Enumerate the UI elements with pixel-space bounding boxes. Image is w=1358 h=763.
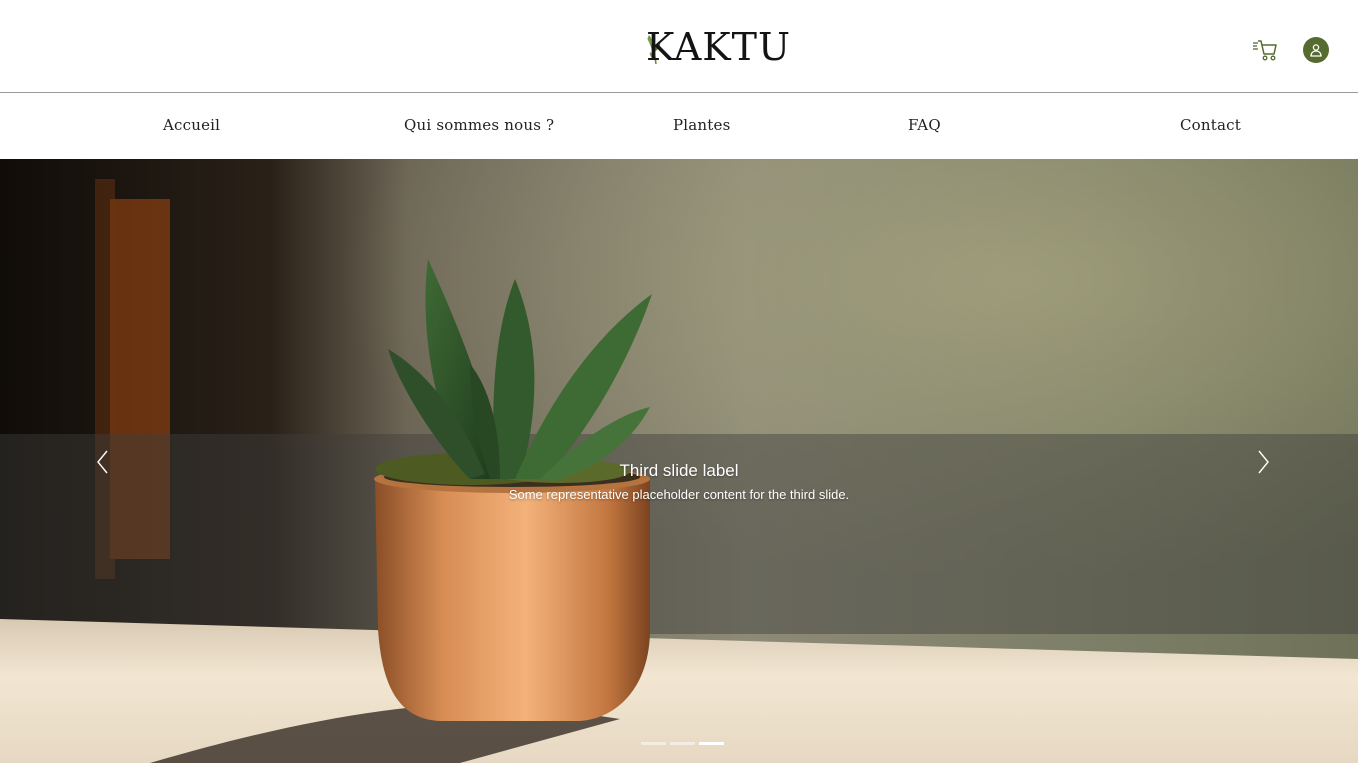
- main-nav: Accueil Qui sommes nous ? Plantes FAQ Co…: [0, 94, 1358, 159]
- chevron-right-icon: [1258, 450, 1269, 474]
- slide-caption: Third slide label Some representative pl…: [0, 460, 1358, 505]
- cart-icon[interactable]: [1251, 36, 1279, 64]
- site-header: KAKTU: [0, 0, 1358, 93]
- carousel-prev-button[interactable]: [91, 447, 115, 477]
- nav-item-qui-sommes-nous[interactable]: Qui sommes nous ?: [404, 116, 554, 134]
- carousel-indicators: [641, 742, 724, 746]
- nav-item-contact[interactable]: Contact: [1180, 116, 1241, 134]
- chevron-left-icon: [97, 450, 108, 474]
- carousel-next-button[interactable]: [1251, 447, 1275, 477]
- account-button[interactable]: [1303, 37, 1329, 63]
- nav-item-plantes[interactable]: Plantes: [673, 116, 731, 134]
- nav-item-faq[interactable]: FAQ: [908, 116, 941, 134]
- hero-carousel: Third slide label Some representative pl…: [0, 159, 1358, 763]
- nav-item-accueil[interactable]: Accueil: [163, 116, 220, 134]
- indicator-slide-1[interactable]: [641, 742, 666, 745]
- indicator-slide-2[interactable]: [670, 742, 695, 745]
- indicator-slide-3[interactable]: [699, 742, 724, 745]
- user-icon: [1310, 44, 1322, 57]
- site-logo[interactable]: KAKTU: [646, 26, 791, 68]
- caption-title: Third slide label: [619, 461, 739, 480]
- caption-text: Some representative placeholder content …: [508, 487, 850, 502]
